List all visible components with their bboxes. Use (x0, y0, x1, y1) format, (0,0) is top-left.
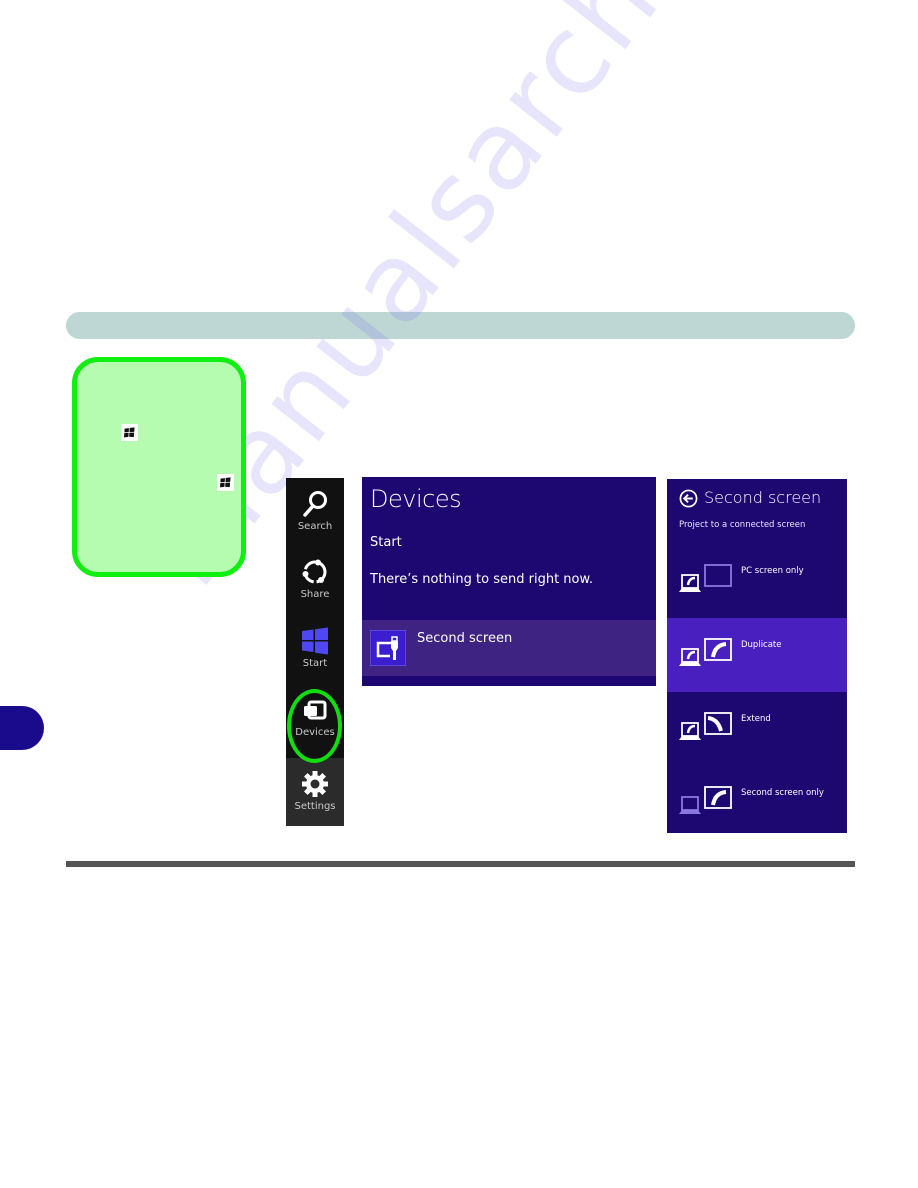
option-second-screen-only[interactable]: Second screen only (667, 766, 847, 840)
charm-start[interactable]: Start (286, 615, 344, 683)
option-label: Second screen only (741, 788, 824, 798)
second-screen-panel: Second screen Project to a connected scr… (667, 479, 847, 833)
second-screen-item[interactable]: Second screen (362, 620, 656, 676)
charm-bar: Search Share Start Devices Settings (286, 478, 344, 826)
option-extend[interactable]: Extend (667, 692, 847, 766)
windows-logo-icon (121, 424, 138, 441)
charm-devices[interactable]: Devices (286, 684, 344, 752)
panel-title: Devices (370, 485, 462, 513)
pc-screen-only-icon (679, 564, 732, 592)
option-label: Duplicate (741, 640, 782, 650)
devices-icon (304, 700, 327, 720)
option-pc-screen-only[interactable]: PC screen only (667, 544, 847, 618)
charm-settings[interactable]: Settings (286, 758, 344, 826)
share-icon (302, 559, 327, 584)
devices-panel: Devices Start There’s nothing to send ri… (362, 477, 656, 686)
search-icon (303, 491, 327, 517)
charm-label: Start (302, 658, 328, 669)
duplicate-icon (679, 638, 732, 666)
option-label: Extend (741, 714, 771, 724)
extend-icon (679, 712, 732, 740)
item-label: Second screen (417, 631, 513, 646)
charm-share[interactable]: Share (286, 546, 344, 614)
windows-logo-icon (217, 474, 234, 491)
section-heading: Start (370, 535, 402, 550)
chapter-tab (0, 706, 44, 750)
charm-label: Settings (294, 801, 336, 812)
status-message: There’s nothing to send right now. (370, 572, 594, 587)
footer-rule (66, 861, 855, 867)
option-label: PC screen only (741, 566, 804, 576)
page-header-band (66, 312, 855, 339)
tip-callout (72, 357, 246, 577)
option-duplicate[interactable]: Duplicate (667, 618, 847, 692)
charm-label: Devices (295, 727, 335, 738)
second-screen-only-icon (679, 786, 732, 814)
panel-subtitle: Project to a connected screen (679, 520, 806, 530)
charm-search[interactable]: Search (286, 478, 344, 546)
second-screen-icon (370, 630, 406, 666)
back-arrow-icon[interactable] (679, 489, 698, 512)
charm-label: Share (300, 589, 330, 600)
panel-title: Second screen (704, 488, 822, 507)
windows-start-icon (302, 627, 328, 655)
charm-label: Search (297, 521, 333, 532)
gear-icon (302, 771, 328, 797)
